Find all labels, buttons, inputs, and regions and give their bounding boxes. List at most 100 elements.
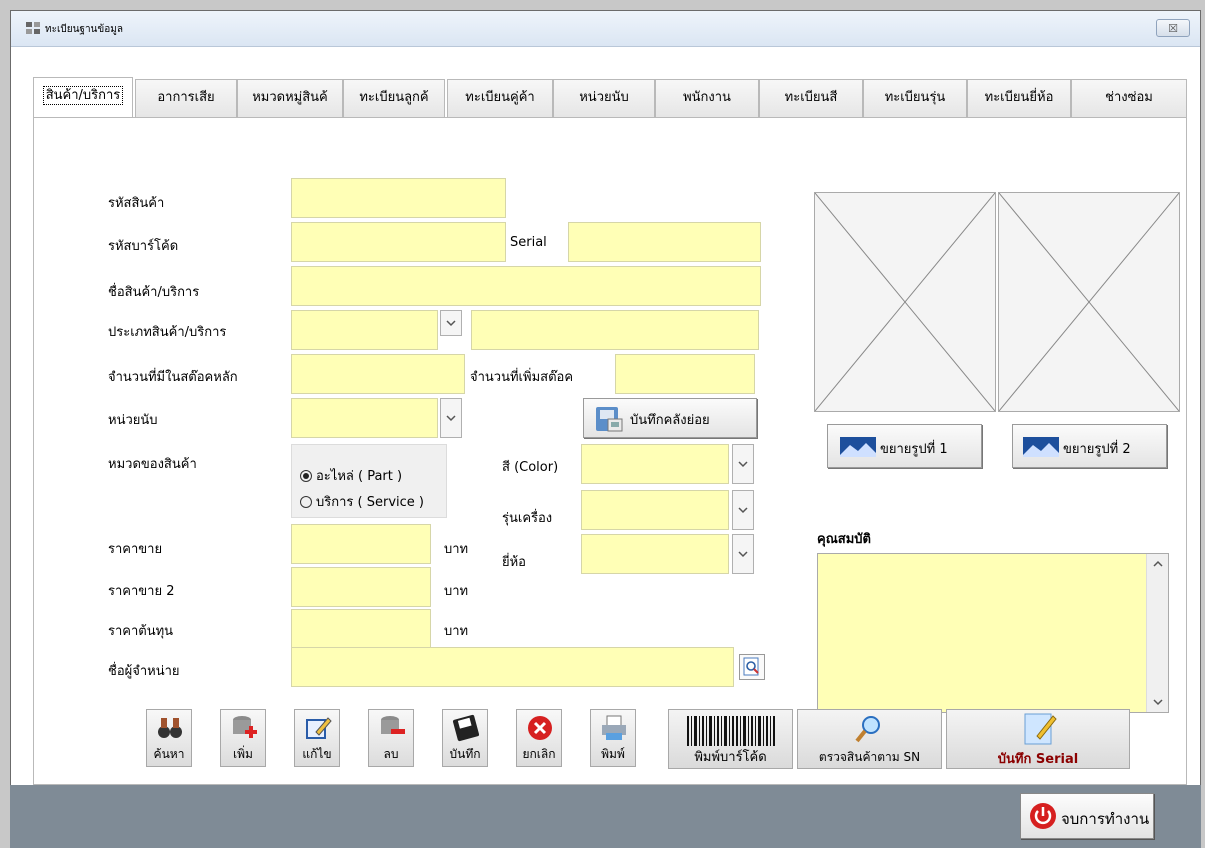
landscape-image-icon <box>840 437 876 457</box>
price2-field[interactable] <box>291 567 431 607</box>
supplier-field[interactable] <box>291 647 734 687</box>
tab-symptoms[interactable]: อาการเสีย <box>135 79 237 117</box>
product-type-detail-field[interactable] <box>471 310 759 350</box>
printer-icon <box>602 715 626 740</box>
radio-part[interactable]: อะไหล่ ( Part ) <box>300 465 402 486</box>
product-type-dropdown-button[interactable] <box>440 310 462 336</box>
properties-scrollbar[interactable] <box>1146 554 1168 712</box>
chevron-down-icon <box>738 461 748 468</box>
title-bar: ทะเบียนฐานข้อมูล ☒ <box>11 11 1200 47</box>
chevron-up-icon <box>1153 560 1163 567</box>
product-image-1 <box>814 192 996 412</box>
cancel-button-label: ยกเลิก <box>522 747 556 761</box>
save-serial-button[interactable]: บันทึก Serial <box>946 709 1130 769</box>
product-code-label: รหัสสินค้า <box>108 196 165 211</box>
close-button[interactable]: ☒ <box>1156 19 1190 37</box>
properties-textarea[interactable] <box>817 553 1169 713</box>
tab-technicians[interactable]: ช่างซ่อม <box>1071 79 1187 117</box>
model-select[interactable] <box>581 490 729 530</box>
product-code-field[interactable] <box>291 178 506 218</box>
barcode-label: รหัสบาร์โค้ด <box>108 239 179 254</box>
tab-product-categories[interactable]: หมวดหมู่สินค้ <box>237 79 343 117</box>
brand-select[interactable] <box>581 534 729 574</box>
print-barcode-button[interactable]: พิมพ์บาร์โค้ด <box>668 709 793 769</box>
save-serial-label: บันทึก Serial <box>997 752 1079 767</box>
product-name-label: ชื่อสินค้า/บริการ <box>108 285 200 300</box>
model-dropdown-button[interactable] <box>732 490 754 530</box>
chevron-down-icon <box>1153 699 1163 706</box>
tab-employees[interactable]: พนักงาน <box>655 79 759 117</box>
add-button-label: เพิ่ม <box>233 747 253 761</box>
save-substock-label: บันทึกคลังย่อย <box>630 413 710 428</box>
exit-label: จบการทำงาน <box>1061 810 1150 828</box>
product-type-label: ประเภทสินค้า/บริการ <box>108 325 227 340</box>
radio-part-indicator <box>300 470 312 482</box>
tab-colors[interactable]: ทะเบียนสี <box>759 79 863 117</box>
cost-label: ราคาต้นทุน <box>108 624 174 639</box>
cost-field[interactable] <box>291 609 431 649</box>
enlarge-image-1-label: ขยายรูปที่ 1 <box>880 442 948 457</box>
search-button-label: ค้นหา <box>153 747 185 761</box>
radio-service-indicator <box>300 496 312 508</box>
product-name-field[interactable] <box>291 266 761 306</box>
image-placeholder-icon <box>998 192 1180 412</box>
radio-service[interactable]: บริการ ( Service ) <box>300 491 445 512</box>
barcode-icon <box>687 716 775 746</box>
tab-customers[interactable]: ทะเบียนลูกค้ <box>343 79 445 117</box>
enlarge-image-2-label: ขยายรูปที่ 2 <box>1063 442 1131 457</box>
supplier-lookup-button[interactable] <box>739 654 765 680</box>
delete-button-label: ลบ <box>383 747 399 761</box>
unit-label: หน่วยนับ <box>108 413 158 428</box>
enlarge-image-1-button[interactable]: ขยายรูปที่ 1 <box>827 424 982 468</box>
color-select[interactable] <box>581 444 729 484</box>
chevron-down-icon <box>738 507 748 514</box>
image-placeholder-icon <box>814 192 996 412</box>
tab-brands[interactable]: ทะเบียนยี่ห้อ <box>967 79 1071 117</box>
enlarge-image-2-button[interactable]: ขยายรูปที่ 2 <box>1012 424 1167 468</box>
product-type-select[interactable] <box>291 310 438 350</box>
serial-field[interactable] <box>568 222 761 262</box>
color-dropdown-button[interactable] <box>732 444 754 484</box>
save-button[interactable]: บันทึก <box>442 709 488 767</box>
tab-units[interactable]: หน่วยนับ <box>553 79 655 117</box>
tab-products[interactable]: สินค้า/บริการ <box>33 77 133 117</box>
main-stock-field[interactable] <box>291 354 465 394</box>
tab-models[interactable]: ทะเบียนรุ่น <box>863 79 967 117</box>
radio-part-label: อะไหล่ ( Part ) <box>316 469 403 484</box>
supplier-label: ชื่อผู้จำหน่าย <box>108 664 180 679</box>
model-label: รุ่นเครื่อง <box>502 511 553 526</box>
product-image-2 <box>998 192 1180 412</box>
price2-label: ราคาขาย 2 <box>108 584 175 599</box>
check-sn-label: ตรวจสินค้าตาม SN <box>818 750 921 764</box>
delete-button[interactable]: ลบ <box>368 709 414 767</box>
unit-select[interactable] <box>291 398 438 438</box>
add-stock-label: จำนวนที่เพิ่มสต๊อค <box>470 370 574 385</box>
barcode-field[interactable] <box>291 222 506 262</box>
print-button[interactable]: พิมพ์ <box>590 709 636 767</box>
currency-label-3: บาท <box>444 624 469 639</box>
brand-dropdown-button[interactable] <box>732 534 754 574</box>
radio-service-label: บริการ ( Service ) <box>316 495 424 510</box>
tab-partners[interactable]: ทะเบียนคู่ค้า <box>447 79 553 117</box>
add-button[interactable]: เพิ่ม <box>220 709 266 767</box>
edit-button[interactable]: แก้ไข <box>294 709 340 767</box>
database-add-icon <box>233 716 257 738</box>
serial-label: Serial <box>510 235 547 250</box>
cancel-x-icon <box>528 716 552 740</box>
main-stock-label: จำนวนที่มีในสต๊อคหลัก <box>108 370 238 385</box>
save-button-label: บันทึก <box>449 747 481 761</box>
exit-button[interactable]: จบการทำงาน <box>1020 793 1154 839</box>
edit-document-icon <box>1024 713 1057 745</box>
binoculars-icon <box>158 718 182 738</box>
magnifier-icon <box>855 716 880 743</box>
cancel-button[interactable]: ยกเลิก <box>516 709 562 767</box>
unit-dropdown-button[interactable] <box>440 398 462 438</box>
add-stock-field[interactable] <box>615 354 755 394</box>
check-sn-button[interactable]: ตรวจสินค้าตาม SN <box>797 709 942 769</box>
price-field[interactable] <box>291 524 431 564</box>
print-button-label: พิมพ์ <box>601 747 625 761</box>
save-substock-button[interactable]: บันทึกคลังย่อย <box>583 398 757 438</box>
search-button[interactable]: ค้นหา <box>146 709 192 767</box>
currency-label-1: บาท <box>444 542 469 557</box>
brand-label: ยี่ห้อ <box>502 555 526 570</box>
